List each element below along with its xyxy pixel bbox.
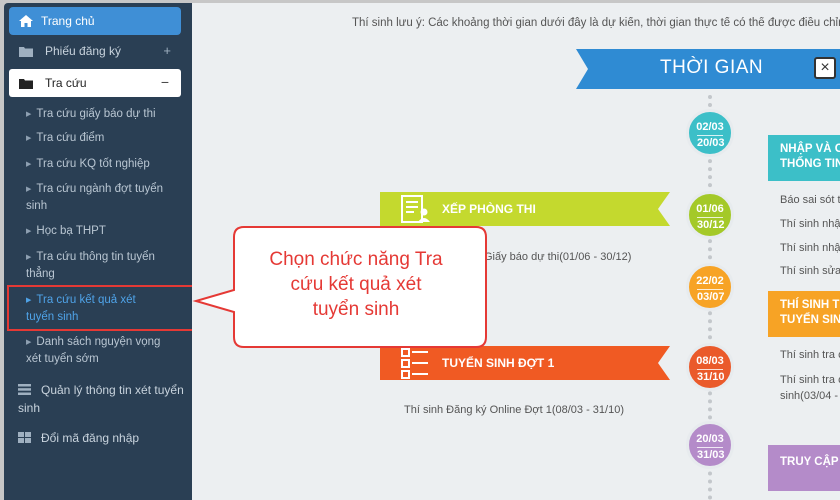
exam-room-title: XẾP PHÒNG THI: [442, 202, 536, 216]
event-detail: sinh(03/04 -: [780, 390, 839, 402]
nav-manage[interactable]: Quản lý thông tin xét tuyển sinh: [18, 381, 188, 417]
callout-line: Chọn chức năng Tra: [269, 249, 443, 270]
event-box-title: TUYỂN SIN: [780, 314, 840, 326]
date-from: 01/06: [696, 203, 724, 215]
sidebar: Trang chủ Phiếu đăng ký + Tra cứu − ▶ Tra…: [4, 3, 192, 500]
sub-item-transcript[interactable]: ▶ Học bạ THPT: [26, 223, 186, 240]
event-detail: Báo sai sót t: [780, 194, 840, 206]
exam-room-detail: Giấy báo dự thi(01/06 - 30/12): [484, 251, 632, 263]
timeline-header: THỜI GIAN ×: [576, 49, 840, 89]
date-circle: 08/03 31/10: [686, 343, 734, 391]
grid-icon: [18, 432, 31, 443]
event-detail: Thí sinh nhập: [780, 218, 840, 230]
caret-right-icon: ▶: [26, 254, 32, 261]
sub-item-label: Tra cứu thông tin tuyển thẳng: [26, 251, 155, 280]
date-circle: 20/03 31/03: [686, 421, 734, 469]
date-to: 03/07: [697, 289, 725, 303]
event-box-access: TRUY CẬP: [768, 445, 840, 491]
sub-item-label: Học bạ THPT: [36, 225, 106, 237]
sub-item-graduation[interactable]: ▶ Tra cứu KQ tốt nghiệp: [26, 156, 186, 173]
checklist-icon: [401, 348, 428, 379]
date-circle: 02/03 20/03: [686, 109, 734, 157]
sub-item-label: Danh sách nguyện vọng xét tuyển sớm: [26, 336, 161, 365]
nav-change-password-label: Đổi mã đăng nhập: [41, 431, 140, 445]
highlight-box: [7, 285, 195, 331]
nav-lookup[interactable]: Tra cứu −: [9, 69, 181, 97]
caret-right-icon: ▶: [26, 161, 32, 168]
callout-line: cứu kết quả xét: [290, 274, 422, 295]
document-user-icon: [401, 195, 430, 223]
expand-icon: +: [163, 43, 171, 58]
notice-text: Thí sinh lưu ý: Các khoảng thời gian dướ…: [352, 17, 840, 29]
collapse-icon: −: [160, 74, 169, 90]
event-box-title: THỐNG TIN: [780, 158, 840, 170]
nav-manage-label: Quản lý thông tin xét tuyển sinh: [18, 383, 184, 415]
folder-icon: [19, 46, 33, 57]
sub-item-label: Tra cứu ngành đợt tuyển sinh: [26, 183, 164, 212]
nav-home[interactable]: Trang chủ: [9, 7, 181, 35]
round1-title: TUYỂN SINH ĐỢT 1: [442, 356, 555, 370]
sub-item-exam-notice[interactable]: ▶ Tra cứu giấy báo dự thi: [26, 106, 186, 123]
sub-item-label: Tra cứu điểm: [36, 132, 105, 144]
sub-item-scores[interactable]: ▶ Tra cứu điểm: [26, 130, 186, 147]
sub-item-direct-admission[interactable]: ▶ Tra cứu thông tin tuyển thẳng: [26, 249, 166, 283]
nav-register[interactable]: Phiếu đăng ký +: [9, 37, 181, 65]
date-to: 30/12: [697, 217, 725, 231]
caret-right-icon: ▶: [26, 228, 32, 235]
sub-item-label: Tra cứu giấy báo dự thi: [36, 108, 156, 120]
date-from: 08/03: [696, 355, 724, 367]
callout-text: Chọn chức năng Tra cứu kết quả xét tuyển…: [240, 247, 472, 322]
date-from: 02/03: [696, 121, 724, 133]
home-icon: [19, 15, 33, 27]
event-box-title: TRUY CẬP: [780, 456, 839, 468]
event-box-input: NHẬP VÀ C THỐNG TIN: [768, 135, 840, 181]
event-detail: Thí sinh nhập: [780, 242, 840, 254]
exam-room-banner: XẾP PHÒNG THI: [380, 192, 670, 226]
nav-home-label: Trang chủ: [41, 14, 95, 28]
caret-right-icon: ▶: [26, 135, 32, 142]
date-to: 31/03: [697, 447, 725, 461]
caret-right-icon: ▶: [26, 186, 32, 193]
date-to: 31/10: [697, 369, 725, 383]
event-box-title: THÍ SINH T: [780, 299, 840, 311]
event-box-title: NHẬP VÀ C: [780, 143, 840, 155]
event-box-candidates: THÍ SINH T TUYỂN SIN: [768, 291, 840, 337]
round1-banner: TUYỂN SINH ĐỢT 1: [380, 346, 670, 380]
close-button[interactable]: ×: [814, 57, 836, 79]
event-detail: Thí sinh sửa: [780, 265, 840, 277]
sub-item-majors[interactable]: ▶ Tra cứu ngành đợt tuyển sinh: [26, 181, 166, 215]
nav-change-password[interactable]: Đổi mã đăng nhập: [18, 429, 188, 447]
event-detail: Thí sinh tra c: [780, 349, 840, 361]
date-from: 20/03: [696, 433, 724, 445]
nav-register-label: Phiếu đăng ký: [45, 44, 122, 58]
round1-detail: Thí sinh Đăng ký Online Đợt 1(08/03 - 31…: [404, 404, 624, 416]
list-icon: [18, 384, 31, 395]
event-detail: Thí sinh tra c: [780, 374, 840, 386]
caret-right-icon: ▶: [26, 339, 32, 346]
folder-open-icon: [19, 78, 33, 89]
date-from: 22/02: [696, 275, 724, 287]
nav-lookup-label: Tra cứu: [45, 76, 87, 90]
callout-line: tuyển sinh: [312, 299, 400, 320]
timeline-title: THỜI GIAN: [660, 57, 764, 78]
date-circle: 22/02 03/07: [686, 263, 734, 311]
date-to: 20/03: [697, 135, 725, 149]
caret-right-icon: ▶: [26, 111, 32, 118]
sub-item-label: Tra cứu KQ tốt nghiệp: [36, 158, 150, 170]
date-circle: 01/06 30/12: [686, 191, 734, 239]
sub-item-early-wishlist[interactable]: ▶ Danh sách nguyện vọng xét tuyển sớm: [26, 334, 176, 368]
screenshot-frame: Trang chủ Phiếu đăng ký + Tra cứu − ▶ Tra…: [0, 0, 840, 500]
